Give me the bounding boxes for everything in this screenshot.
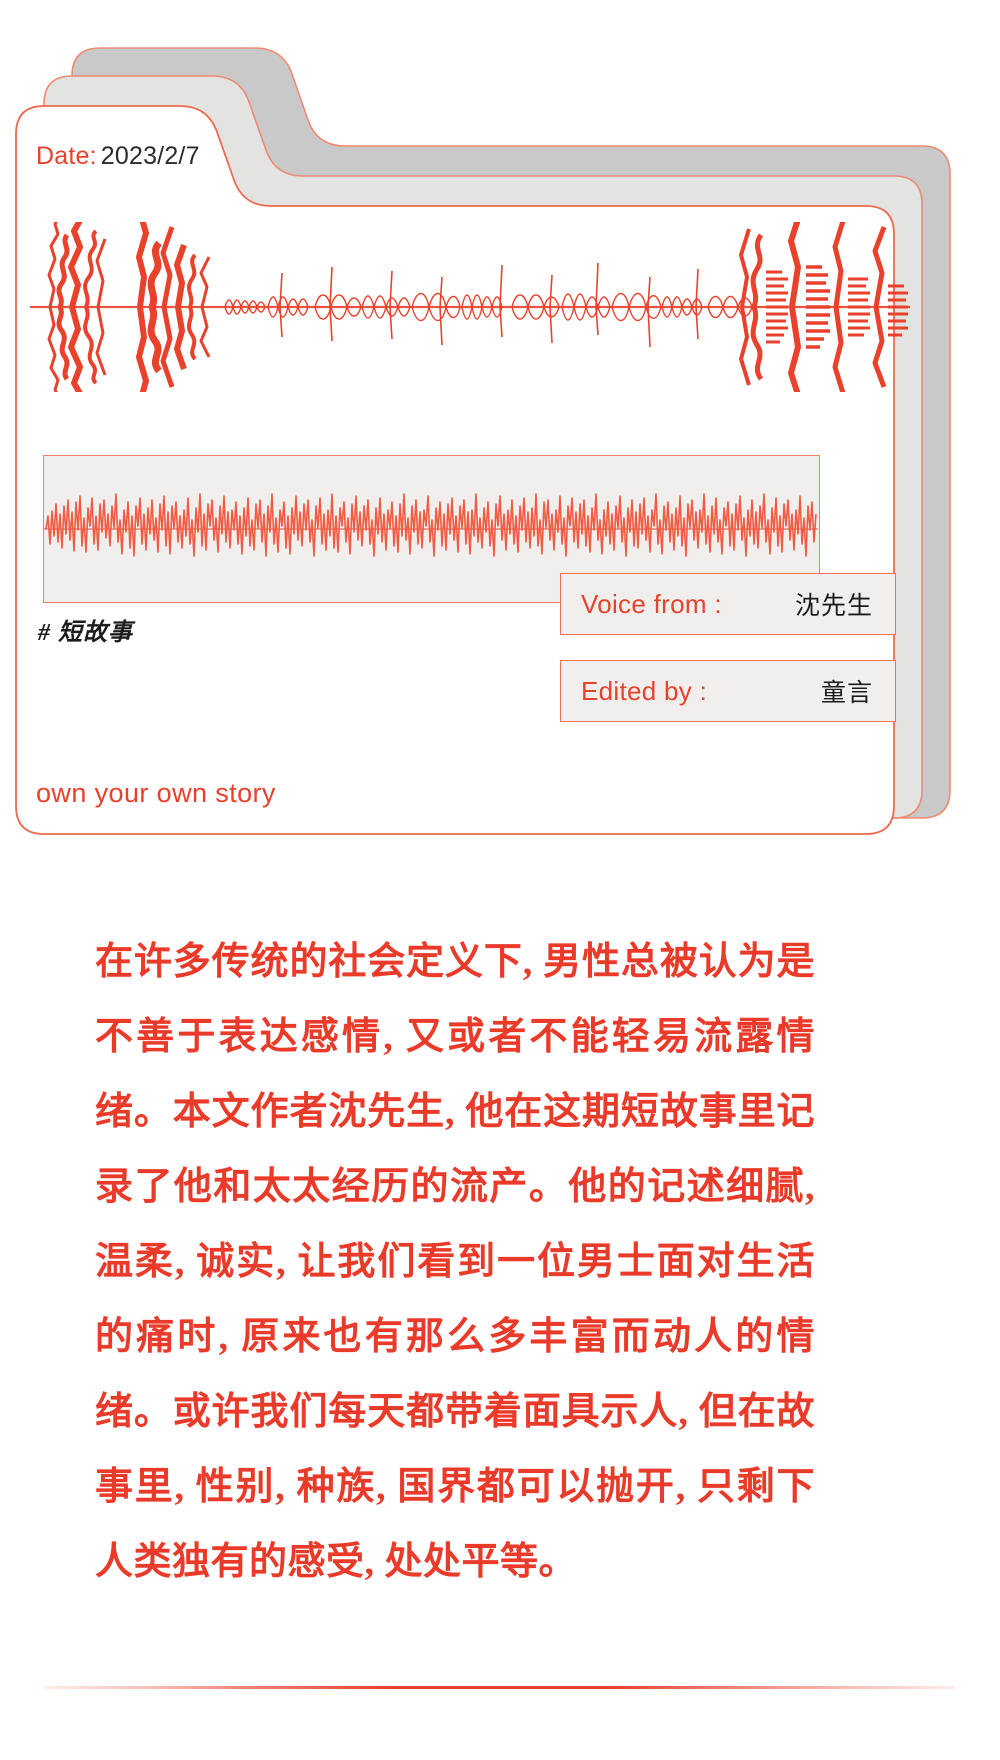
date-label: Date: [36, 142, 97, 170]
voice-from-field: Voice from : 沈先生 [560, 573, 896, 635]
article-paragraph: 在许多传统的社会定义下, 男性总被认为是不善于表达感情, 又或者不能轻易流露情绪… [95, 941, 815, 1583]
edited-by-field: Edited by : 童言 [560, 660, 896, 722]
audio-waveform-icon [30, 212, 910, 402]
date-value: 2023/2/7 [100, 142, 200, 170]
section-divider [45, 1686, 955, 1689]
story-hashtag[interactable]: # 短故事 [38, 612, 133, 647]
card-slogan: own your own story [36, 778, 276, 808]
voice-from-value: 沈先生 [794, 593, 873, 620]
edited-by-value: 童言 [820, 680, 873, 707]
edited-by-label: Edited by : [581, 675, 708, 706]
date-line: Date: 2023/2/7 [36, 142, 200, 171]
folder-card-stack [0, 0, 1000, 880]
voice-from-label: Voice from : [581, 588, 722, 619]
